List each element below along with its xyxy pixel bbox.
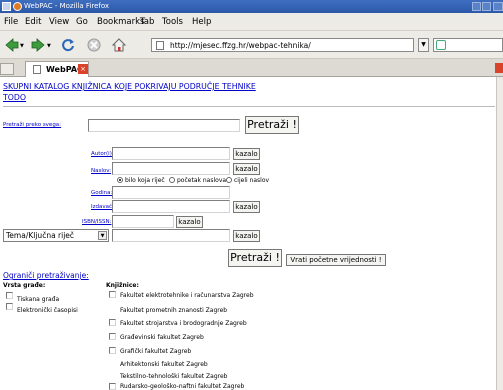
title-label[interactable]: Naslov: xyxy=(91,168,111,174)
close-tab-icon[interactable] xyxy=(495,63,503,73)
year-label[interactable]: Godina: xyxy=(91,190,112,196)
home-icon[interactable] xyxy=(111,37,127,53)
material-type-heading: Vrsta građe: xyxy=(3,282,46,289)
publisher-label[interactable]: Izdavač: xyxy=(91,204,114,210)
checkbox-library-grafic[interactable] xyxy=(109,347,116,354)
radio-any-word-label: bilo koja riječ xyxy=(125,177,165,184)
authors-index-button[interactable]: kazalo xyxy=(233,148,260,160)
stop-icon[interactable] xyxy=(86,37,102,53)
title-index-button[interactable]: kazalo xyxy=(233,163,260,175)
libraries-heading: Knjižnice: xyxy=(106,282,139,289)
divider xyxy=(3,106,495,107)
menu-file[interactable]: File xyxy=(4,17,18,27)
todo-link[interactable]: TODO xyxy=(3,93,26,102)
menu-edit[interactable]: Edit xyxy=(25,17,41,27)
field-select[interactable]: Tema/Ključna riječ ▼ xyxy=(3,229,109,242)
isbn-label[interactable]: ISBN/ISSN: xyxy=(82,219,111,225)
radio-any-word[interactable] xyxy=(117,177,123,183)
topic-input[interactable] xyxy=(112,229,230,242)
reload-icon[interactable] xyxy=(60,37,76,53)
forward-icon[interactable] xyxy=(30,37,46,53)
back-icon[interactable] xyxy=(4,37,20,53)
menu-help[interactable]: Help xyxy=(192,17,211,27)
menu-go[interactable]: Go xyxy=(76,17,88,27)
field-select-value: Tema/Ključna riječ xyxy=(6,231,75,240)
window-title: WebPAC - Mozilla Firefox xyxy=(24,2,110,10)
menu-bar: File Edit View Go Bookmarks Tab Tools He… xyxy=(0,13,503,31)
minimize-icon[interactable] xyxy=(472,2,481,11)
search-engine-icon[interactable] xyxy=(436,40,446,50)
radio-whole-title[interactable] xyxy=(226,177,232,183)
menu-bookmarks[interactable]: Bookmarks xyxy=(97,17,145,27)
forward-dropdown-icon[interactable]: ▼ xyxy=(47,43,51,49)
system-menu-icon[interactable] xyxy=(2,2,11,11)
publisher-input[interactable] xyxy=(112,200,230,213)
url-text: http://mjesec.ffzg.hr/webpac-tehnika/ xyxy=(170,41,311,50)
maximize-icon[interactable] xyxy=(482,2,491,11)
url-bar[interactable]: http://mjesec.ffzg.hr/webpac-tehnika/ xyxy=(151,38,414,52)
menu-tab[interactable]: Tab xyxy=(140,17,154,27)
menu-tools[interactable]: Tools xyxy=(162,17,183,27)
reset-button[interactable]: Vrati početne vrijednosti ! xyxy=(286,254,386,266)
library-fsb-label: Fakultet strojarstva i brodogradnje Zagr… xyxy=(120,320,247,327)
search-button[interactable]: Pretraži ! xyxy=(228,249,282,267)
library-fer-label: Fakultet elektrotehnike i računarstva Za… xyxy=(120,292,254,299)
chevron-down-icon: ▼ xyxy=(98,231,107,240)
window-title-bar: WebPAC - Mozilla Firefox xyxy=(0,0,503,13)
search-all-label[interactable]: Pretraži preko svega: xyxy=(3,122,61,128)
tab-webpac[interactable]: WebPAC × xyxy=(25,61,89,77)
radio-title-start-label: početak naslova xyxy=(177,177,227,184)
checkbox-library-fsb[interactable] xyxy=(109,319,116,326)
publisher-index-button[interactable]: kazalo xyxy=(233,201,260,213)
radio-whole-title-label: cijeli naslov xyxy=(234,177,270,184)
checkbox-library-grf[interactable] xyxy=(109,333,116,340)
checkbox-printed[interactable] xyxy=(6,292,13,299)
tab-close-icon[interactable]: × xyxy=(78,64,88,74)
checkbox-library-rgn[interactable] xyxy=(109,383,116,390)
title-input[interactable] xyxy=(112,162,230,175)
page-icon xyxy=(156,41,164,50)
checkbox-library-fer[interactable] xyxy=(109,291,116,298)
isbn-index-button[interactable]: kazalo xyxy=(176,216,203,228)
tab-page-icon xyxy=(33,65,41,74)
catalog-heading-link[interactable]: SKUPNI KATALOG KNJIŽNICA KOJE POKRIVAJU … xyxy=(3,82,256,91)
url-dropdown-icon[interactable]: ▼ xyxy=(418,38,429,52)
topic-index-button[interactable]: kazalo xyxy=(233,230,260,242)
firefox-icon xyxy=(13,2,22,11)
library-rgn-label: Rudarsko-geološko-naftni fakultet Zagreb xyxy=(120,383,245,390)
search-box[interactable] xyxy=(433,38,503,52)
search-all-button[interactable]: Pretraži ! xyxy=(245,116,299,134)
library-fpz-label: Fakultet prometnih znanosti Zagreb xyxy=(120,307,228,314)
checkbox-ejournals[interactable] xyxy=(6,303,13,310)
back-dropdown-icon[interactable]: ▼ xyxy=(20,43,24,49)
navigation-toolbar: ▼ ▼ http://mjesec.ffzg.hr/webpac-tehnika… xyxy=(0,31,503,59)
close-window-icon[interactable] xyxy=(493,2,503,11)
isbn-input[interactable] xyxy=(112,215,174,228)
authors-input[interactable] xyxy=(112,147,230,160)
limit-search-link[interactable]: Ograniči pretraživanje: xyxy=(3,271,89,280)
year-input[interactable] xyxy=(112,186,230,199)
library-arh-label: Arhitektonski fakultet Zagreb xyxy=(120,361,208,368)
authors-label[interactable]: Autor(i): xyxy=(91,151,114,157)
vertical-scrollbar[interactable] xyxy=(496,77,503,390)
tab-scroll-left[interactable] xyxy=(0,63,14,75)
library-ttf-label: Tekstilno-tehnološki fakultet Zagreb xyxy=(120,373,228,380)
library-grafic-label: Grafički fakultet Zagreb xyxy=(120,348,192,355)
printed-label: Tiskana građa xyxy=(17,296,60,303)
ejournals-label: Elektronički časopisi xyxy=(17,307,78,314)
menu-view[interactable]: View xyxy=(49,17,69,27)
search-all-input[interactable] xyxy=(88,119,240,132)
radio-title-start[interactable] xyxy=(169,177,175,183)
library-grf-label: Građevinski fakultet Zagreb xyxy=(120,334,204,341)
